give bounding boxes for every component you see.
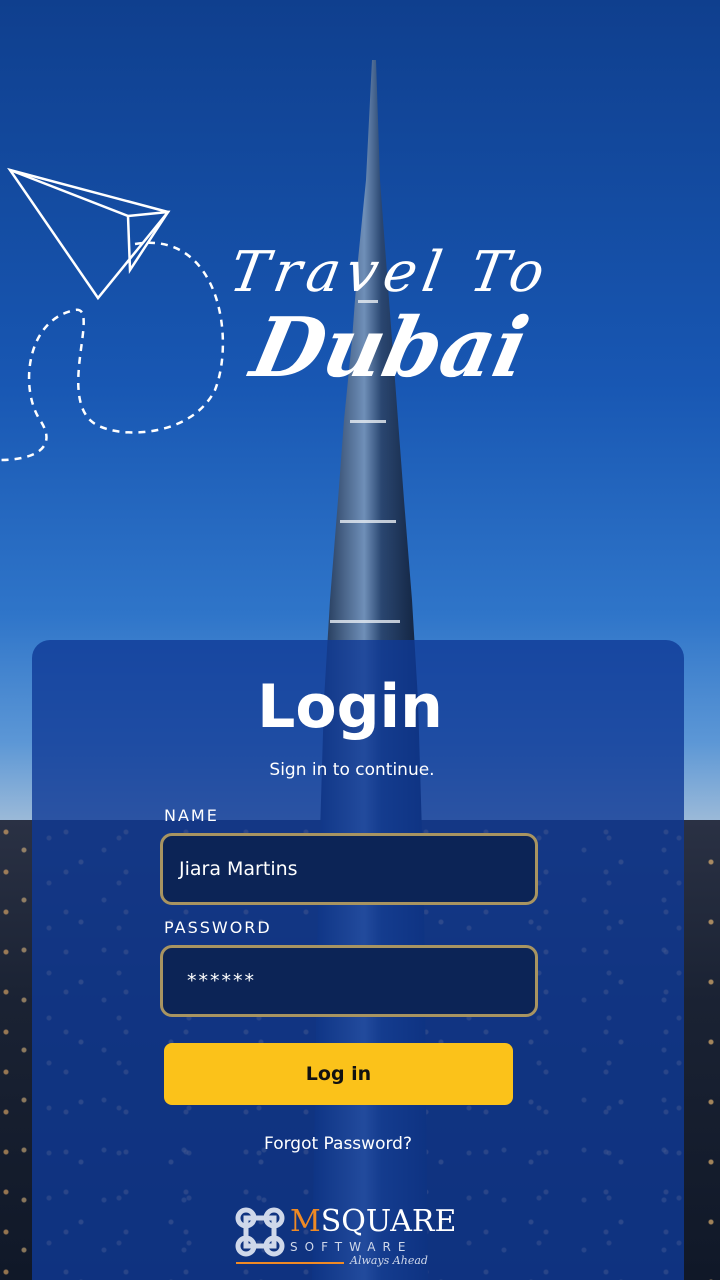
login-button-label: Log in	[305, 1063, 372, 1085]
logo-subtitle: SOFTWARE	[290, 1240, 413, 1254]
login-button[interactable]: Log in	[164, 1043, 513, 1105]
title-line-1: Travel To	[224, 240, 556, 305]
logo-tagline: Always Ahead	[350, 1254, 428, 1267]
login-screen: Travel To Dubai Login Sign in to continu…	[0, 0, 720, 1280]
password-input[interactable]: ******	[160, 945, 538, 1017]
title-line-2: Dubai	[243, 300, 537, 396]
logo-wordmark: MSQUARE	[290, 1204, 456, 1239]
name-label: NAME	[164, 806, 219, 825]
logo-underline	[236, 1262, 344, 1264]
password-label: PASSWORD	[164, 918, 272, 937]
logo-wordmark-m: M	[290, 1204, 321, 1239]
name-input[interactable]: Jiara Martins	[160, 833, 538, 905]
login-subtitle: Sign in to continue.	[269, 760, 435, 780]
msquare-logo-icon	[235, 1207, 285, 1257]
paper-plane-icon	[0, 167, 225, 462]
name-input-value: Jiara Martins	[179, 858, 298, 880]
password-input-value: ******	[187, 970, 256, 992]
logo-wordmark-rest: SQUARE	[320, 1204, 457, 1239]
msquare-logo: MSQUARE SOFTWARE Always Ahead	[234, 1202, 456, 1272]
login-title: Login	[257, 672, 443, 742]
travel-to-dubai-title: Travel To Dubai	[225, 240, 555, 396]
forgot-password-link[interactable]: Forgot Password?	[0, 1134, 676, 1154]
